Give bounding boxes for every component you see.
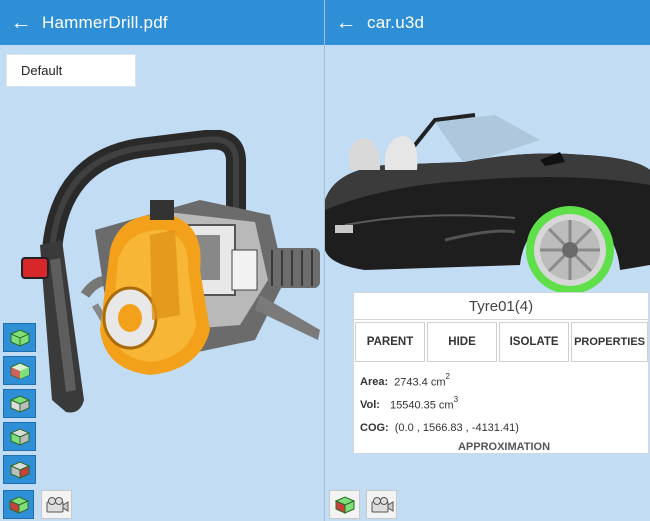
left-app-bar: ← HammerDrill.pdf	[0, 0, 324, 45]
right-viewer-panel: ← car.u3d Tyre01(4) PARENT HIDE ISOLATE …	[325, 0, 650, 521]
hide-button[interactable]: HIDE	[427, 322, 498, 362]
car-model[interactable]	[325, 100, 650, 300]
cog-label: COG:	[360, 421, 389, 434]
hammer-drill-model[interactable]	[0, 130, 324, 430]
left-viewer-panel: ← HammerDrill.pdf Default	[0, 0, 324, 521]
back-arrow-icon[interactable]: ←	[0, 0, 42, 45]
view-left-icon[interactable]	[3, 422, 36, 451]
view-toolbar	[3, 323, 36, 484]
view-cube-icon[interactable]	[329, 490, 360, 519]
right-document-title: car.u3d	[367, 12, 425, 32]
view-right-icon[interactable]	[3, 455, 36, 484]
parent-button[interactable]: PARENT	[355, 322, 426, 362]
cog-value: (0.0 , 1566.83 , -4131.41)	[394, 421, 519, 434]
view-front-icon[interactable]	[3, 356, 36, 385]
view-top-icon[interactable]	[3, 389, 36, 418]
camera-icon[interactable]	[366, 490, 397, 519]
view-iso-icon[interactable]	[3, 323, 36, 352]
properties-button[interactable]: PROPERTIES	[571, 322, 649, 362]
area-row: Area: 2743.4 cm2	[360, 370, 648, 393]
volume-value: 15540.35 cm3	[389, 395, 459, 412]
right-app-bar: ← car.u3d	[325, 0, 650, 45]
volume-row: Vol: 15540.35 cm3	[360, 393, 648, 416]
camera-icon[interactable]	[41, 490, 72, 519]
part-info-popup: Tyre01(4) PARENT HIDE ISOLATE PROPERTIES…	[353, 292, 649, 454]
part-actions: PARENT HIDE ISOLATE PROPERTIES	[354, 320, 649, 362]
area-label: Area:	[360, 375, 389, 388]
part-name: Tyre01(4)	[354, 293, 648, 320]
area-value: 2743.4 cm2	[394, 372, 450, 389]
left-document-title: HammerDrill.pdf	[42, 12, 168, 32]
volume-label: Vol:	[360, 398, 380, 411]
cog-row: COG: (0.0 , 1566.83 , -4131.41)	[360, 416, 648, 439]
approximation-label: APPROXIMATION	[457, 441, 551, 453]
view-cube-icon[interactable]	[3, 490, 34, 519]
back-arrow-icon[interactable]: ←	[325, 0, 367, 45]
isolate-button[interactable]: ISOLATE	[499, 322, 570, 362]
part-properties: Area: 2743.4 cm2 Vol: 15540.35 cm3 COG: …	[354, 362, 648, 453]
view-select-dropdown[interactable]: Default	[6, 54, 136, 87]
